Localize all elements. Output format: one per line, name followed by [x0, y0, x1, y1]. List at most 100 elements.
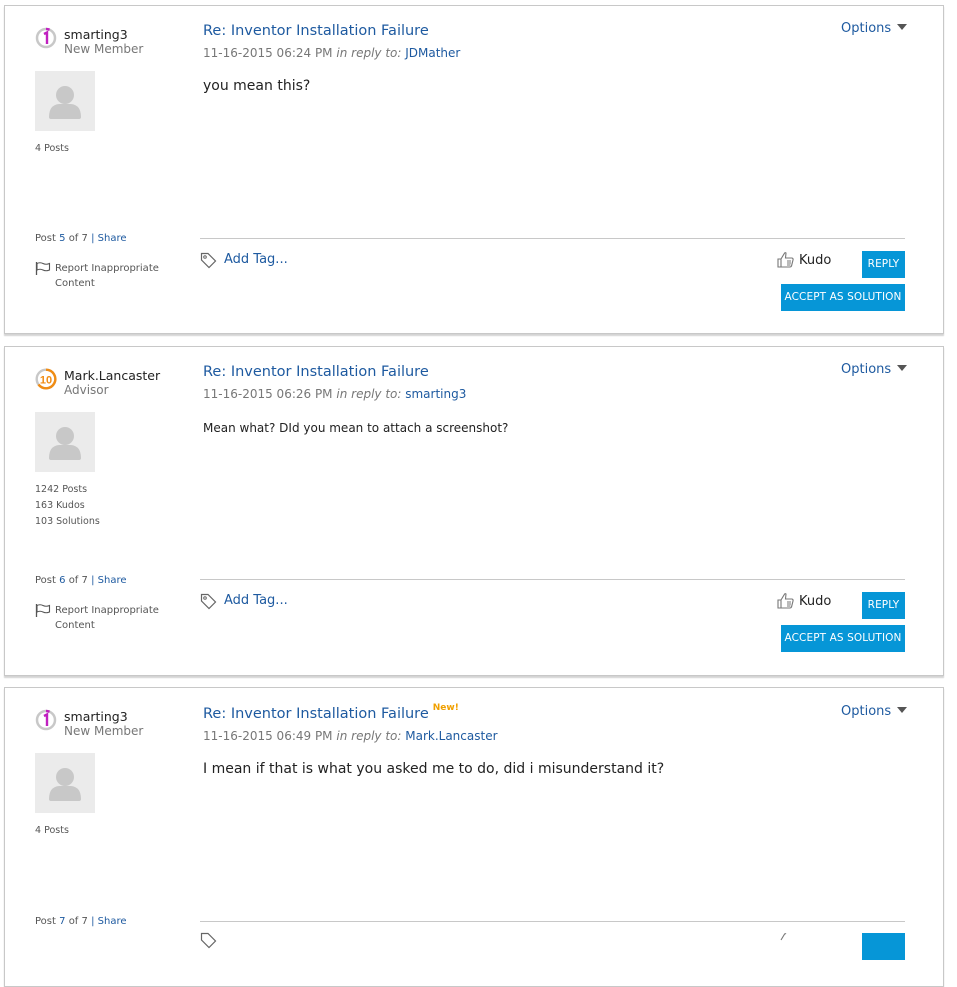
in-reply-label: in reply to:	[336, 46, 402, 60]
post-position: Post 7 of 7 | Share	[35, 916, 127, 927]
of-label: of	[68, 916, 79, 927]
author-rank: New Member	[64, 42, 144, 56]
report-inappropriate-link[interactable]: Report Inappropriate Content	[35, 261, 175, 291]
user-placeholder-icon	[49, 768, 81, 801]
user-placeholder-icon	[49, 86, 81, 119]
accept-as-solution-button[interactable]: ACCEPT AS SOLUTION	[781, 284, 905, 311]
forum-post: smarting3 New Member 4 Posts Re: Invento…	[4, 5, 944, 334]
avatar[interactable]	[35, 71, 95, 131]
post-meta: 11-16-2015 06:49 PM in reply to: Mark.La…	[203, 729, 498, 743]
forum-post: 10 Mark.Lancaster Advisor 1242 Posts 163…	[4, 346, 944, 676]
options-label[interactable]: Options	[841, 704, 891, 719]
separator: |	[91, 575, 95, 586]
user-placeholder-icon	[49, 427, 81, 460]
post-position: Post 5 of 7 | Share	[35, 233, 127, 244]
add-tag-link[interactable]: Add Tag...	[200, 593, 288, 610]
stat-solutions: 103 Solutions	[35, 516, 100, 527]
thumbs-up-icon	[780, 933, 787, 941]
post-number-link[interactable]: 7	[59, 916, 65, 927]
post-label: Post	[35, 916, 56, 927]
author-stats: 4 Posts	[35, 141, 69, 157]
author-name[interactable]: smarting3	[64, 709, 128, 724]
post-footer-divider	[200, 579, 905, 580]
post-body: I mean if that is what you asked me to d…	[203, 761, 665, 777]
avatar[interactable]	[35, 412, 95, 472]
report-label[interactable]: Report Inappropriate Content	[55, 261, 175, 291]
rank-10-icon: 10	[35, 368, 57, 390]
post-title-text[interactable]: Re: Inventor Installation Failure	[203, 23, 429, 39]
add-tag-label[interactable]: Add Tag...	[224, 252, 288, 267]
rank-number: 10	[40, 374, 52, 386]
add-tag-link[interactable]: Add Tag...	[200, 252, 288, 269]
post-label: Post	[35, 233, 56, 244]
of-label: of	[68, 233, 79, 244]
options-menu[interactable]: Options	[841, 362, 908, 377]
reply-button[interactable]	[862, 933, 905, 960]
flag-icon	[35, 262, 51, 275]
kudo-button[interactable]: Kudo	[777, 593, 831, 609]
accept-as-solution-button[interactable]: ACCEPT AS SOLUTION	[781, 625, 905, 652]
tag-icon	[200, 932, 217, 949]
post-meta: 11-16-2015 06:26 PM in reply to: smartin…	[203, 387, 466, 401]
options-label[interactable]: Options	[841, 362, 891, 377]
report-label[interactable]: Report Inappropriate Content	[55, 603, 175, 633]
post-number-link[interactable]: 5	[59, 233, 65, 244]
post-title[interactable]: Re: Inventor Installation Failure	[203, 364, 429, 380]
post-title[interactable]: Re: Inventor Installation Failure New!	[203, 703, 459, 722]
post-body: Mean what? DId you mean to attach a scre…	[203, 421, 509, 435]
post-footer-divider	[200, 921, 905, 922]
post-title-text[interactable]: Re: Inventor Installation Failure	[203, 364, 429, 380]
caret-down-icon	[897, 24, 908, 30]
share-link[interactable]: Share	[98, 575, 127, 586]
flag-icon	[35, 604, 51, 617]
post-total: 7	[81, 575, 88, 586]
share-link[interactable]: Share	[98, 916, 127, 927]
in-reply-to-link[interactable]: JDMather	[405, 46, 460, 60]
author-rank: Advisor	[64, 383, 109, 397]
add-tag-label[interactable]: Add Tag...	[224, 593, 288, 608]
post-total: 7	[81, 233, 88, 244]
options-menu[interactable]: Options	[841, 21, 908, 36]
kudo-label[interactable]: Kudo	[799, 594, 831, 609]
in-reply-to-link[interactable]: smarting3	[405, 387, 466, 401]
stat-posts: 4 Posts	[35, 825, 69, 836]
report-inappropriate-link[interactable]: Report Inappropriate Content	[35, 603, 175, 633]
author-name[interactable]: Mark.Lancaster	[64, 368, 160, 383]
kudo-label[interactable]: Kudo	[799, 253, 831, 268]
reply-button[interactable]: REPLY	[862, 592, 905, 619]
in-reply-label: in reply to:	[336, 387, 402, 401]
of-label: of	[68, 575, 79, 586]
rank-1-icon	[35, 709, 57, 731]
forum-post: smarting3 New Member 4 Posts Re: Invento…	[4, 687, 944, 987]
rank-1-icon	[35, 27, 57, 49]
post-number-link[interactable]: 6	[59, 575, 65, 586]
options-label[interactable]: Options	[841, 21, 891, 36]
separator: |	[91, 233, 95, 244]
author-stats: 1242 Posts 163 Kudos 103 Solutions	[35, 482, 100, 530]
author-name[interactable]: smarting3	[64, 27, 128, 42]
post-datetime: 11-16-2015 06:26 PM	[203, 387, 333, 401]
options-menu[interactable]: Options	[841, 704, 908, 719]
post-footer-divider	[200, 238, 905, 239]
thumbs-up-icon	[777, 252, 794, 268]
tag-icon	[200, 252, 217, 269]
share-link[interactable]: Share	[98, 233, 127, 244]
kudo-button[interactable]: Kudo	[777, 252, 831, 268]
post-position: Post 6 of 7 | Share	[35, 575, 127, 586]
thumbs-up-icon	[777, 593, 794, 609]
avatar[interactable]	[35, 753, 95, 813]
post-datetime: 11-16-2015 06:49 PM	[203, 729, 333, 743]
caret-down-icon	[897, 365, 908, 371]
separator: |	[91, 916, 95, 927]
in-reply-to-link[interactable]: Mark.Lancaster	[405, 729, 497, 743]
stat-posts: 4 Posts	[35, 143, 69, 154]
post-meta: 11-16-2015 06:24 PM in reply to: JDMathe…	[203, 46, 460, 60]
post-label: Post	[35, 575, 56, 586]
stat-kudos: 163 Kudos	[35, 500, 85, 511]
stat-posts: 1242 Posts	[35, 484, 88, 495]
reply-button[interactable]: REPLY	[862, 251, 905, 278]
post-body: you mean this?	[203, 78, 311, 94]
post-title-text[interactable]: Re: Inventor Installation Failure	[203, 706, 429, 722]
in-reply-label: in reply to:	[336, 729, 402, 743]
post-title[interactable]: Re: Inventor Installation Failure	[203, 23, 429, 39]
